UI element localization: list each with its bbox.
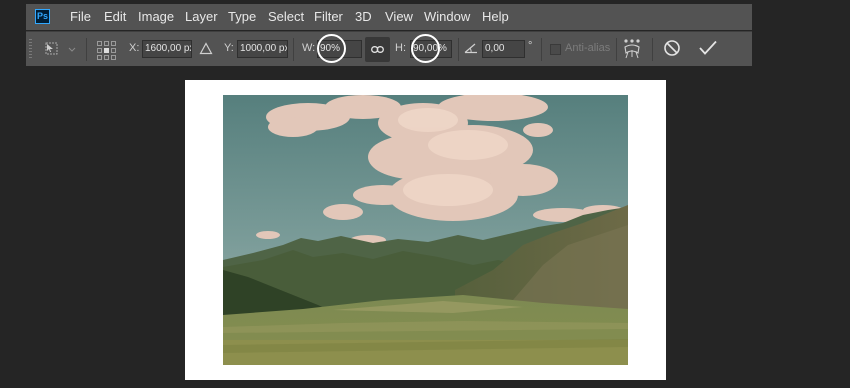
- anti-alias-checkbox[interactable]: [550, 44, 561, 55]
- separator: [616, 38, 617, 61]
- separator: [293, 38, 294, 61]
- link-chain-icon: [371, 46, 384, 53]
- warp-mode-icon[interactable]: [623, 38, 641, 60]
- menu-help[interactable]: Help: [482, 4, 509, 30]
- menu-3d[interactable]: 3D: [355, 4, 372, 30]
- height-highlight-circle: [411, 34, 440, 63]
- anti-alias-label: Anti-alias: [565, 42, 611, 54]
- h-label: H:: [395, 42, 406, 54]
- photoshop-logo-icon: Ps: [35, 9, 50, 24]
- x-label: X:: [129, 42, 140, 54]
- menu-select[interactable]: Select: [268, 4, 304, 30]
- panel-grip-handle[interactable]: [29, 39, 32, 59]
- y-label: Y:: [224, 42, 234, 54]
- separator: [541, 38, 542, 61]
- menu-type[interactable]: Type: [228, 4, 256, 30]
- cancel-transform-icon[interactable]: [663, 39, 681, 57]
- separator: [86, 38, 87, 61]
- menu-image[interactable]: Image: [138, 4, 174, 30]
- width-highlight-circle: [317, 34, 346, 63]
- landscape-photo-layer[interactable]: [223, 95, 628, 365]
- degree-symbol: °: [528, 40, 533, 52]
- x-position-field[interactable]: 1600,00 px: [142, 40, 192, 58]
- rotate-angle-icon: [464, 43, 477, 54]
- rotation-angle-field[interactable]: 0,00: [482, 40, 525, 58]
- maintain-aspect-ratio-button[interactable]: [365, 37, 390, 62]
- menu-filter[interactable]: Filter: [314, 4, 343, 30]
- y-position-field[interactable]: 1000,00 px: [237, 40, 288, 58]
- commit-transform-icon[interactable]: [698, 39, 718, 57]
- menu-view[interactable]: View: [385, 4, 413, 30]
- menu-edit[interactable]: Edit: [104, 4, 126, 30]
- menu-layer[interactable]: Layer: [185, 4, 218, 30]
- menu-file[interactable]: File: [70, 4, 91, 30]
- landscape-photo-image: [223, 95, 628, 365]
- reference-point-icon[interactable]: [96, 40, 116, 60]
- menu-bar: Ps File Edit Image Layer Type Select Fil…: [26, 4, 752, 30]
- separator: [458, 38, 459, 61]
- separator: [652, 38, 653, 61]
- transform-tool-preset-icon[interactable]: [43, 40, 79, 58]
- options-bar: X: 1600,00 px Y: 1000,00 px W: 90% H: 90…: [26, 31, 752, 66]
- w-label: W:: [302, 42, 316, 54]
- menu-window[interactable]: Window: [424, 4, 470, 30]
- relative-position-icon[interactable]: [199, 42, 213, 55]
